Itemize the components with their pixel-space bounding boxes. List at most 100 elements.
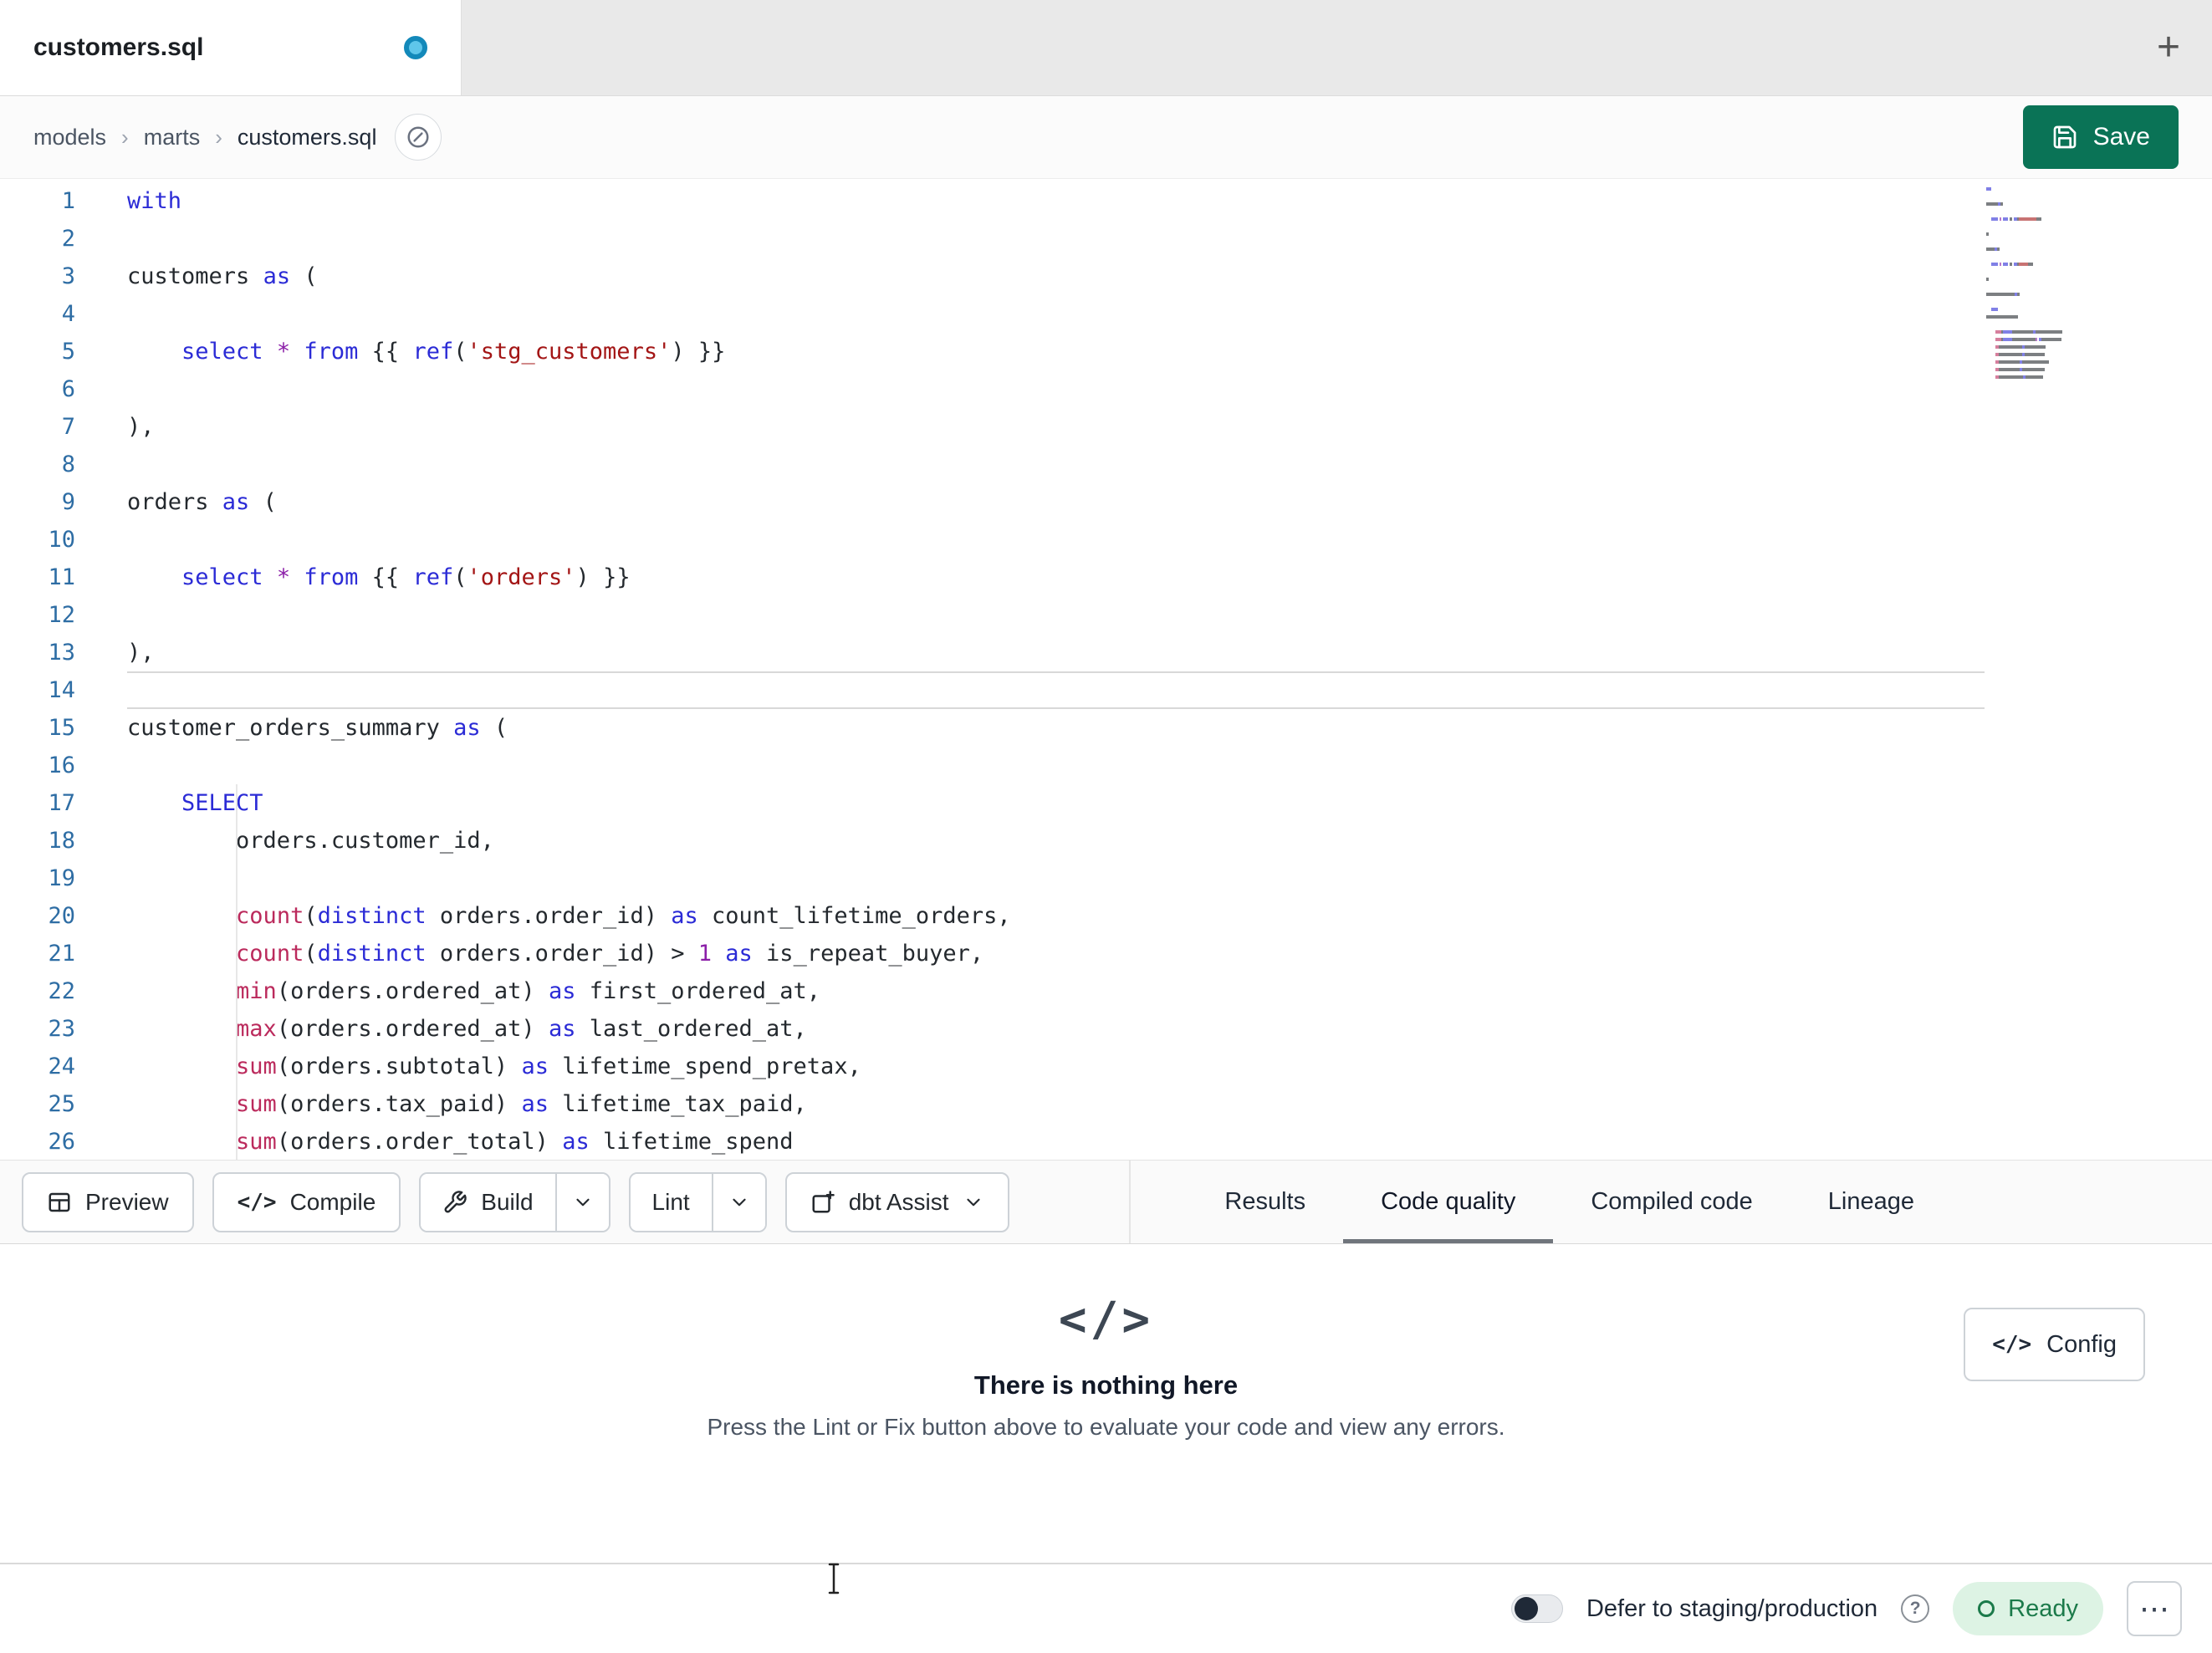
breadcrumb-item[interactable]: marts	[144, 125, 201, 151]
minimap-line	[1986, 330, 2112, 334]
minimap-line	[1986, 338, 2112, 341]
code-line-text: SELECT	[181, 790, 263, 816]
code-line[interactable]: 11 select * from {{ ref('orders') }}	[0, 559, 2212, 596]
dbt-assist-button-label: dbt Assist	[848, 1188, 949, 1215]
minimap-line	[1986, 285, 2112, 288]
code-editor[interactable]: 1 with 2 3 customers as (4 5 select * from {{…	[0, 179, 2212, 1160]
code-line[interactable]: 18 orders.customer_id,	[0, 822, 2212, 860]
minimap-line	[1986, 232, 2112, 236]
line-number: 5	[61, 339, 75, 365]
new-tab-button[interactable]: +	[2157, 28, 2180, 68]
code-line[interactable]: 15 customer_orders_summary as (	[0, 709, 2212, 747]
line-number: 15	[48, 715, 75, 741]
compile-button-label: Compile	[289, 1188, 376, 1215]
minimap-line	[1986, 323, 2112, 326]
minimap-line	[1986, 345, 2112, 349]
minimap-line	[1986, 368, 2112, 371]
line-number: 2	[61, 226, 75, 252]
line-number: 10	[48, 527, 75, 553]
code-line[interactable]: 26 sum(orders.order_total) as lifetime_s…	[0, 1123, 2212, 1160]
dbt-assist-button[interactable]: dbt Assist	[784, 1171, 1009, 1232]
more-options-button[interactable]: ⋯	[2127, 1581, 2182, 1636]
build-button[interactable]: Build	[421, 1173, 555, 1231]
chevron-down-icon	[575, 1198, 590, 1206]
status-bar: Defer to staging/production ? Ready ⋯	[0, 1563, 2212, 1653]
line-number: 16	[48, 753, 75, 778]
code-line[interactable]: 5 select * from {{ ref('stg_customers') …	[0, 333, 2212, 370]
code-line[interactable]: 17 SELECT	[0, 784, 2212, 822]
code-line[interactable]: 21 count(distinct orders.order_id) > 1 a…	[0, 935, 2212, 972]
panel-tab-code-quality[interactable]: Code quality	[1343, 1161, 1554, 1243]
breadcrumb-item[interactable]: models	[33, 125, 106, 151]
code-icon: </>	[237, 1189, 277, 1215]
line-number: 11	[48, 564, 75, 590]
code-line[interactable]: 22 min(orders.ordered_at) as first_order…	[0, 972, 2212, 1010]
code-line[interactable]: 19	[0, 860, 2212, 897]
code-line[interactable]: 13),	[0, 634, 2212, 671]
indent-guide	[236, 784, 238, 1160]
code-line[interactable]: 3 customers as (	[0, 258, 2212, 295]
code-line-text: count(distinct orders.order_id) as count…	[236, 903, 1011, 929]
code-line[interactable]: 24 sum(orders.subtotal) as lifetime_spen…	[0, 1048, 2212, 1085]
code-line[interactable]: 23 max(orders.ordered_at) as last_ordere…	[0, 1010, 2212, 1048]
minimap-line	[1986, 247, 2112, 251]
minimap-line	[1986, 293, 2112, 296]
lint-button-group: Lint	[628, 1171, 767, 1232]
minimap-line	[1986, 187, 2112, 191]
file-action-button[interactable]	[395, 114, 442, 161]
minimap-line	[1986, 217, 2112, 221]
code-line[interactable]: 7),	[0, 408, 2212, 446]
code-line[interactable]: 25 sum(orders.tax_paid) as lifetime_tax_…	[0, 1085, 2212, 1123]
breadcrumb-separator: ›	[215, 124, 222, 150]
code-line[interactable]: 16	[0, 747, 2212, 784]
status-badge-label: Ready	[2008, 1594, 2078, 1622]
code-line-text: select * from {{ ref('orders') }}	[181, 564, 631, 590]
defer-toggle[interactable]	[1510, 1594, 1563, 1623]
code-line[interactable]: 9 orders as (	[0, 483, 2212, 521]
breadcrumb-bar: models › marts › customers.sql Save	[0, 96, 2212, 179]
breadcrumb-item[interactable]: customers.sql	[238, 125, 377, 151]
code-line[interactable]: 12	[0, 596, 2212, 634]
code-brackets-icon: </>	[1058, 1293, 1154, 1347]
compile-button[interactable]: </> Compile	[212, 1171, 401, 1232]
panel-tab-lineage[interactable]: Lineage	[1828, 1161, 1914, 1243]
lint-button[interactable]: Lint	[630, 1173, 712, 1231]
line-number: 9	[61, 489, 75, 515]
code-line[interactable]: 20 count(distinct orders.order_id) as co…	[0, 897, 2212, 935]
code-line-text: customers as (	[127, 263, 318, 289]
minimap-line	[1986, 240, 2112, 243]
code-line[interactable]: 2	[0, 220, 2212, 258]
code-line[interactable]: 1 with	[0, 182, 2212, 220]
code-line[interactable]: 4	[0, 295, 2212, 333]
code-line-text: orders.customer_id,	[127, 828, 494, 854]
minimap-line	[1986, 375, 2112, 379]
build-dropdown-button[interactable]	[554, 1173, 609, 1231]
minimap-line	[1986, 308, 2112, 311]
code-line-text: ),	[127, 414, 155, 440]
panel-tab-results[interactable]: Results	[1224, 1161, 1305, 1243]
minimap[interactable]	[1986, 187, 2112, 383]
editor-toolbar: Preview </> Compile Build Lint dbt Assis…	[0, 1160, 2212, 1244]
code-line[interactable]: 6	[0, 370, 2212, 408]
code-line[interactable]: 8	[0, 446, 2212, 483]
line-number: 13	[48, 640, 75, 666]
tab-customers-sql[interactable]: customers.sql	[0, 0, 462, 95]
status-badge[interactable]: Ready	[1953, 1582, 2103, 1635]
toolbar-divider	[1129, 1161, 1132, 1243]
code-line[interactable]: 10	[0, 521, 2212, 559]
panel-tab-compiled-code[interactable]: Compiled code	[1591, 1161, 1752, 1243]
line-number: 21	[48, 941, 75, 967]
code-line-text: sum(orders.tax_paid) as lifetime_tax_pai…	[236, 1091, 807, 1117]
minimap-line	[1986, 210, 2112, 213]
lint-dropdown-button[interactable]	[711, 1173, 765, 1231]
line-number: 22	[48, 978, 75, 1004]
save-button[interactable]: Save	[2022, 105, 2179, 169]
help-icon[interactable]: ?	[1901, 1594, 1930, 1623]
line-number: 14	[48, 677, 75, 703]
code-quality-panel: </> Config </> There is nothing here Pre…	[0, 1244, 2212, 1563]
code-line-text: min(orders.ordered_at) as first_ordered_…	[236, 978, 821, 1004]
line-number: 3	[61, 263, 75, 289]
code-line[interactable]: 14	[0, 671, 2212, 709]
preview-button[interactable]: Preview	[22, 1171, 194, 1232]
code-line-text: select * from {{ ref('stg_customers') }}	[181, 339, 726, 365]
